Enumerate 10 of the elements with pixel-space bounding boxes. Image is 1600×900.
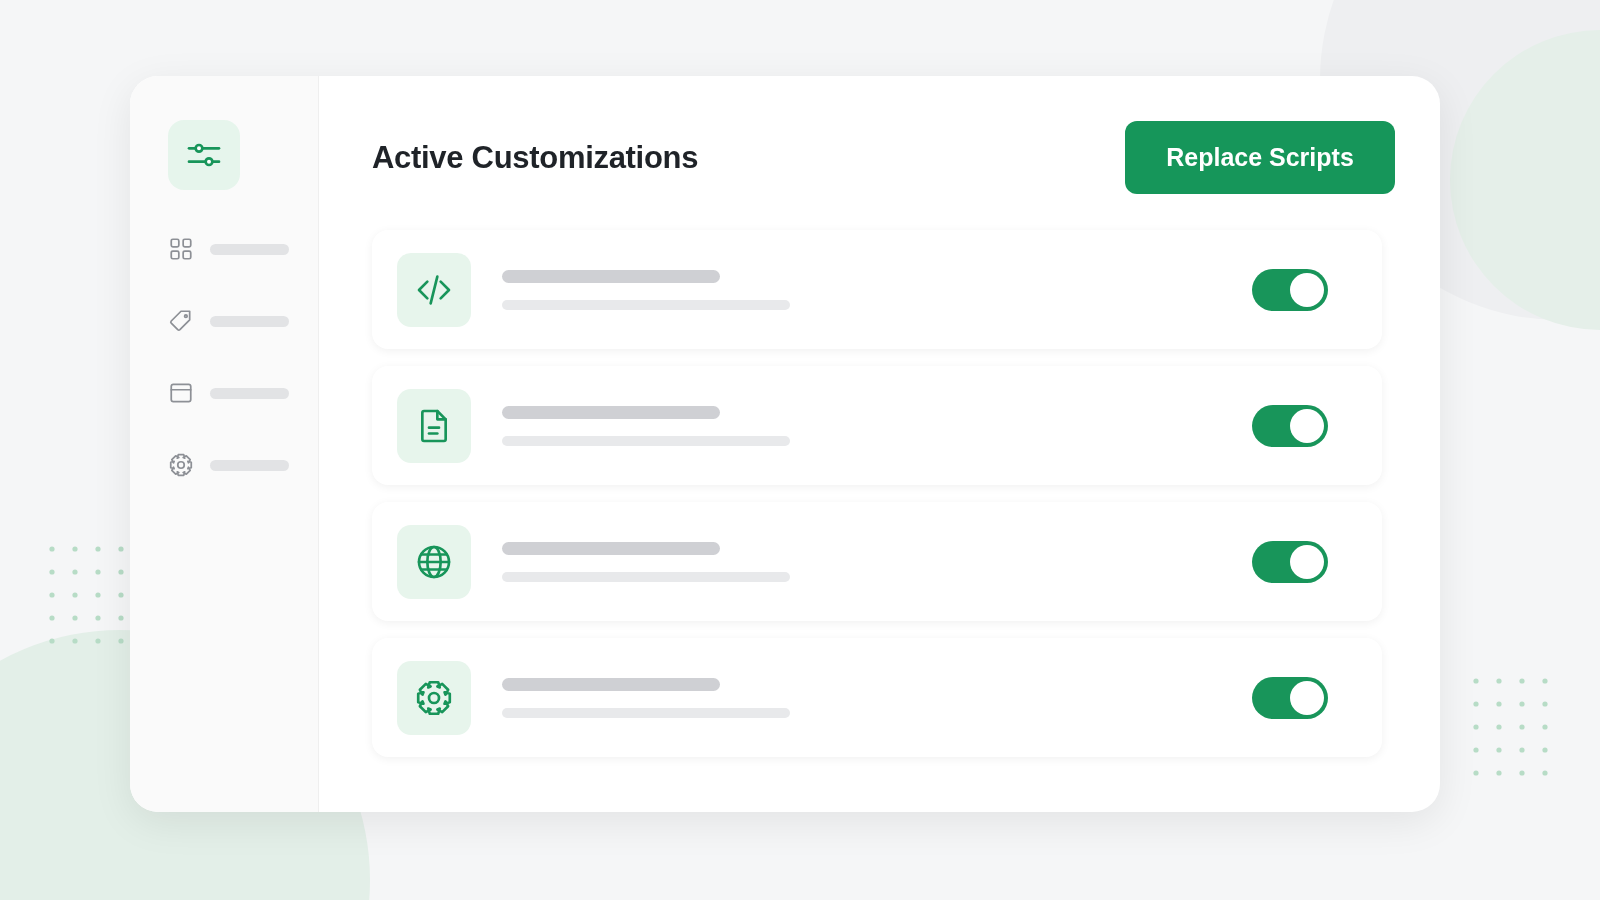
toggle-switch[interactable] (1252, 676, 1328, 719)
window-icon (168, 380, 194, 406)
toggle-switch[interactable] (1252, 404, 1328, 447)
toggle-switch[interactable] (1252, 540, 1328, 583)
settings-icon (168, 452, 194, 478)
toggle-switch[interactable] (1252, 268, 1328, 311)
replace-scripts-button[interactable]: Replace Scripts (1125, 121, 1395, 194)
tag-icon (168, 308, 194, 334)
grid-icon (168, 236, 194, 262)
page-title: Active Customizations (372, 139, 699, 176)
